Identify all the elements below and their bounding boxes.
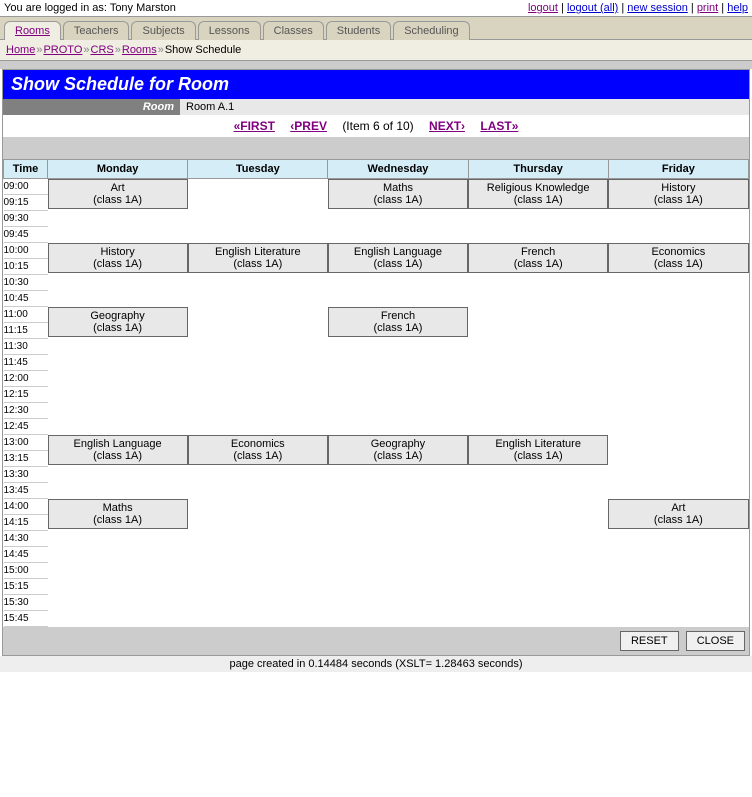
time-0915: 09:15 [4,195,48,211]
time-1415: 14:15 [4,515,48,531]
tab-teachers[interactable]: Teachers [63,21,130,40]
schedule-table: Time Monday Tuesday Wednesday Thursday F… [3,159,749,627]
cell-mon-14[interactable]: Maths(class 1A) [48,499,188,529]
tab-scheduling[interactable]: Scheduling [393,21,469,40]
pager-info: (Item 6 of 10) [342,119,413,133]
time-1445: 14:45 [4,547,48,563]
crumb-home[interactable]: Home [6,44,35,56]
time-1130: 11:30 [4,339,48,355]
pager: «FIRST ‹PREV (Item 6 of 10) NEXT› LAST» [3,115,749,137]
room-label: Room [3,99,180,115]
pager-next[interactable]: NEXT› [429,119,465,133]
tab-rooms[interactable]: Rooms [4,21,61,40]
hdr-mon: Monday [48,160,188,179]
time-1400: 14:00 [4,499,48,515]
time-1200: 12:00 [4,371,48,387]
login-status: You are logged in as: Tony Marston [4,2,176,14]
help-link[interactable]: help [727,2,748,14]
crumb-rooms[interactable]: Rooms [122,44,157,56]
time-1045: 10:45 [4,291,48,307]
cell-wed-10[interactable]: English Language(class 1A) [328,243,468,273]
time-1500: 15:00 [4,563,48,579]
pager-first[interactable]: «FIRST [234,119,275,133]
breadcrumb: Home»PROTO»CRS»Rooms»Show Schedule [0,40,752,61]
page-title: Show Schedule for Room [3,70,749,99]
time-1115: 11:15 [4,323,48,339]
hdr-fri: Friday [608,160,748,179]
new-session-link[interactable]: new session [627,2,688,14]
cell-mon-10[interactable]: History(class 1A) [48,243,188,273]
time-1215: 12:15 [4,387,48,403]
cell-thu-09[interactable]: Religious Knowledge(class 1A) [468,179,608,209]
pager-last[interactable]: LAST» [480,119,518,133]
print-link[interactable]: print [697,2,718,14]
pager-prev[interactable]: ‹PREV [290,119,327,133]
time-1330: 13:30 [4,467,48,483]
crumb-proto[interactable]: PROTO [43,44,82,56]
cell-wed-09[interactable]: Maths(class 1A) [328,179,468,209]
cell-thu-13[interactable]: English Literature(class 1A) [468,435,608,465]
crumb-leaf: Show Schedule [165,44,241,56]
time-0930: 09:30 [4,211,48,227]
tab-subjects[interactable]: Subjects [131,21,195,40]
time-0900: 09:00 [4,179,48,195]
hdr-wed: Wednesday [328,160,468,179]
time-1145: 11:45 [4,355,48,371]
hdr-thu: Thursday [468,160,608,179]
reset-button[interactable]: RESET [620,631,679,651]
top-links: logout | logout (all) | new session | pr… [528,2,748,14]
time-1230: 12:30 [4,403,48,419]
time-1315: 13:15 [4,451,48,467]
tab-students[interactable]: Students [326,21,391,40]
cell-fri-10[interactable]: Economics(class 1A) [608,243,748,273]
cell-thu-10[interactable]: French(class 1A) [468,243,608,273]
logout-link[interactable]: logout [528,2,558,14]
logout-all-link[interactable]: logout (all) [567,2,618,14]
tab-classes[interactable]: Classes [263,21,324,40]
tab-lessons[interactable]: Lessons [198,21,261,40]
cell-fri-09[interactable]: History(class 1A) [608,179,748,209]
hdr-time: Time [4,160,48,179]
cell-wed-13[interactable]: Geography(class 1A) [328,435,468,465]
time-0945: 09:45 [4,227,48,243]
hdr-tue: Tuesday [188,160,328,179]
time-1300: 13:00 [4,435,48,451]
time-1000: 10:00 [4,243,48,259]
crumb-crs[interactable]: CRS [91,44,114,56]
tab-bar: Rooms Teachers Subjects Lessons Classes … [0,16,752,40]
time-1015: 10:15 [4,259,48,275]
time-1030: 10:30 [4,275,48,291]
room-value: Room A.1 [180,99,749,115]
cell-fri-14[interactable]: Art(class 1A) [608,499,748,529]
cell-mon-09[interactable]: Art(class 1A) [48,179,188,209]
footer-text: page created in 0.14484 seconds (XSLT= 1… [0,656,752,672]
close-button[interactable]: CLOSE [686,631,745,651]
time-1530: 15:30 [4,595,48,611]
time-1515: 15:15 [4,579,48,595]
time-1100: 11:00 [4,307,48,323]
time-1245: 12:45 [4,419,48,435]
cell-mon-11[interactable]: Geography(class 1A) [48,307,188,337]
cell-wed-11[interactable]: French(class 1A) [328,307,468,337]
cell-tue-13[interactable]: Economics(class 1A) [188,435,328,465]
time-1545: 15:45 [4,611,48,627]
cell-tue-10[interactable]: English Literature(class 1A) [188,243,328,273]
time-1430: 14:30 [4,531,48,547]
cell-mon-13[interactable]: English Language(class 1A) [48,435,188,465]
time-1345: 13:45 [4,483,48,499]
